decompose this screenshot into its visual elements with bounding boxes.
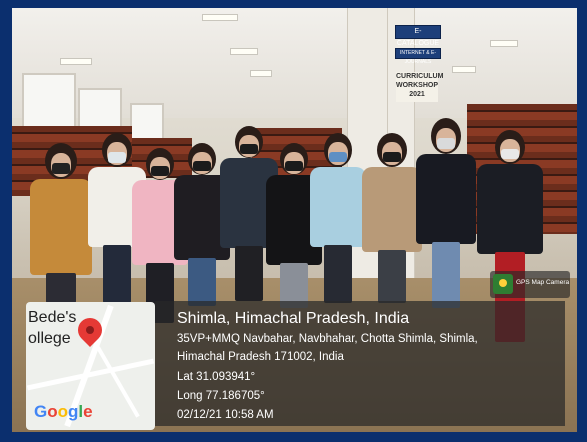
- location-title: Shimla, Himachal Pradesh, India: [177, 310, 410, 327]
- badge-label: GPS Map Camera: [516, 279, 570, 286]
- workshop-line-2: WORKSHOP: [396, 82, 438, 89]
- ceiling-light: [202, 14, 238, 21]
- resource-sign: INTERNET & E-JOURNALS: [395, 48, 441, 65]
- ceiling-light: [60, 58, 92, 65]
- e-catalogue-sign: E-CATALOGUE: [395, 25, 441, 47]
- map-label-top: Bede's: [28, 309, 77, 326]
- ceiling-light: [230, 48, 258, 55]
- map-label-bottom: ollege: [28, 330, 71, 347]
- google-logo: Google: [34, 402, 93, 421]
- address-line-1: 35VP+MMQ Navbahar, Navbhahar, Chotta Shi…: [177, 333, 478, 345]
- person: [310, 133, 366, 308]
- map-thumbnail: Bede's ollege Google: [26, 302, 155, 430]
- gps-map-camera-icon: [493, 274, 513, 294]
- person: [30, 143, 92, 308]
- gps-map-camera-badge: GPS Map Camera: [490, 271, 570, 298]
- workshop-line-1: CURRICULUM: [396, 73, 444, 80]
- workshop-poster: CURRICULUM WORKSHOP 2021: [396, 72, 444, 102]
- ceiling-light: [452, 66, 476, 73]
- longitude: Long 77.186705°: [177, 390, 265, 402]
- person: [416, 118, 476, 313]
- person: [362, 133, 422, 308]
- ceiling-light: [490, 40, 518, 47]
- map-road: [96, 346, 140, 418]
- workshop-line-3: 2021: [409, 91, 425, 98]
- address-line-2: Himachal Pradesh 171002, India: [177, 351, 344, 363]
- date-time: 02/12/21 10:58 AM: [177, 409, 274, 421]
- ceiling-light: [250, 70, 272, 77]
- latitude: Lat 31.093941°: [177, 371, 256, 383]
